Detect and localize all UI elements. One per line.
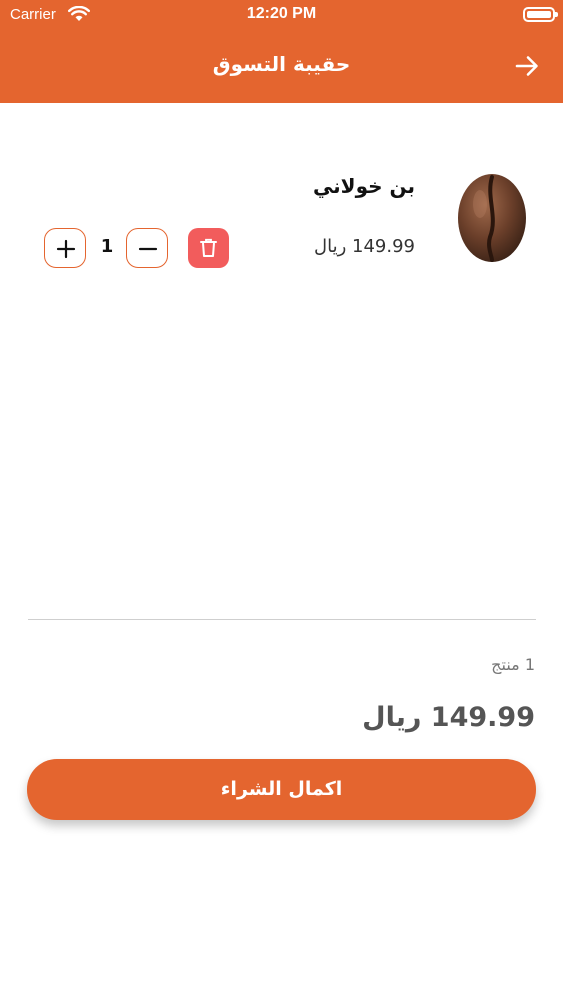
arrow-right-icon	[515, 56, 538, 76]
coffee-bean-image	[458, 174, 526, 262]
divider	[28, 619, 536, 620]
battery-icon	[523, 7, 558, 22]
delete-button[interactable]	[188, 228, 229, 268]
quantity-value: 1	[100, 236, 114, 257]
increase-quantity-button[interactable]	[44, 228, 86, 268]
item-count: 1 منتج	[491, 655, 535, 674]
product-name: بن خولاني	[312, 174, 415, 198]
back-button[interactable]	[513, 52, 541, 80]
header-bar: Carrier 12:20 PM حقيبة التسوق	[0, 0, 563, 103]
cart-item: بن خولاني 149.99 ريال 1	[0, 160, 563, 280]
clock: 12:20 PM	[246, 5, 317, 22]
status-bar: Carrier 12:20 PM	[0, 0, 563, 30]
trash-icon	[200, 238, 217, 257]
decrease-quantity-button[interactable]	[126, 228, 168, 268]
plus-icon	[56, 239, 76, 259]
product-price: 149.99 ريال	[314, 236, 415, 257]
minus-icon	[138, 247, 158, 251]
checkout-button[interactable]: اكمال الشراء	[27, 759, 536, 820]
total-price: 149.99 ريال	[362, 702, 535, 733]
page-title: حقيبة التسوق	[212, 52, 351, 76]
